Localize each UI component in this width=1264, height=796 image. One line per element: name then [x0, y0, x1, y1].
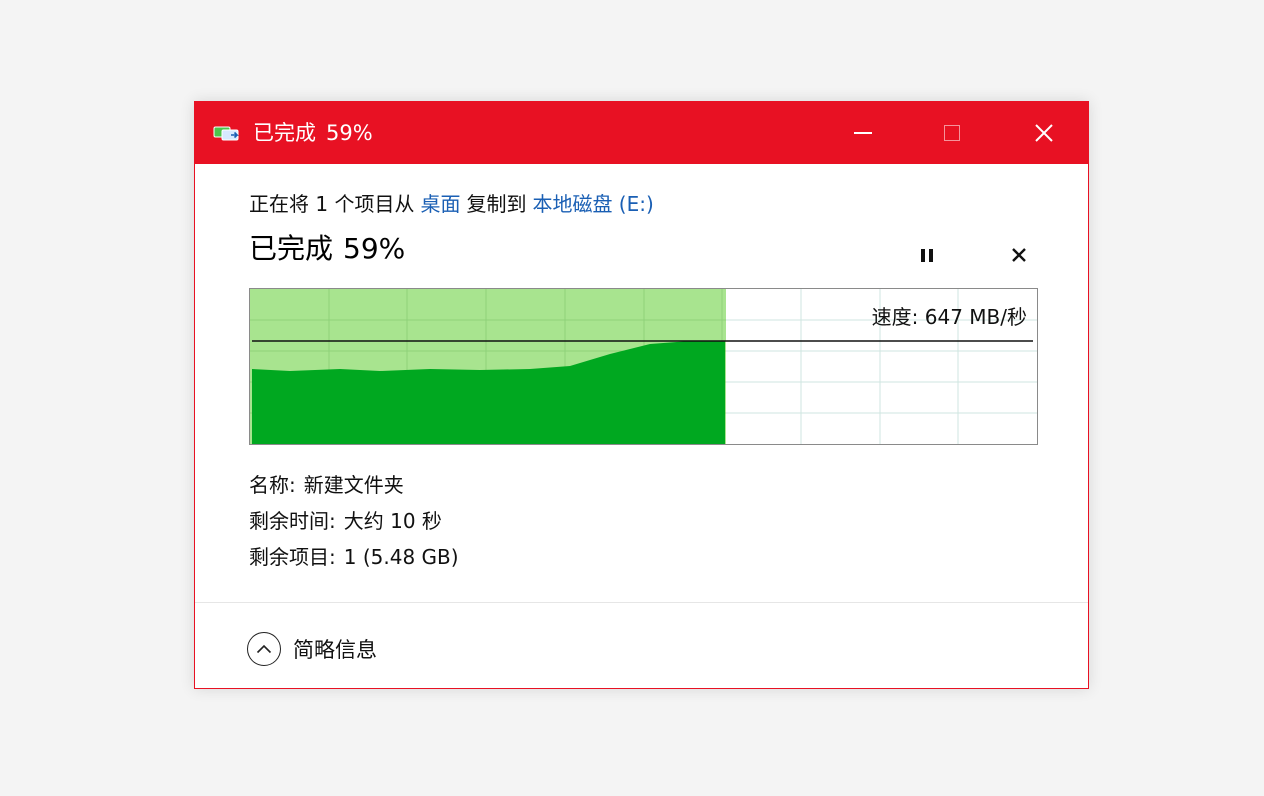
detail-time-remaining: 剩余时间: 大约 10 秒 — [249, 503, 459, 539]
speed-value: 647 MB/秒 — [924, 305, 1027, 329]
collapse-circle — [247, 632, 281, 666]
cancel-icon — [1012, 248, 1026, 262]
pause-button[interactable] — [911, 239, 943, 271]
cancel-button[interactable] — [1003, 239, 1035, 271]
maximize-icon — [944, 125, 960, 141]
footer-divider — [195, 602, 1088, 603]
items-value: 1 (5.48 GB) — [343, 545, 459, 569]
name-value: 新建文件夹 — [303, 473, 404, 497]
copy-text-before: 正在将 1 个项目从 — [249, 192, 415, 216]
detail-name: 名称: 新建文件夹 — [249, 467, 459, 503]
destination-link[interactable]: 本地磁盘 (E:) — [532, 192, 653, 216]
window-title-percent: 59% — [326, 121, 373, 145]
minimize-button[interactable] — [817, 102, 909, 164]
copy-info-line: 正在将 1 个项目从 桌面 复制到 本地磁盘 (E:) — [249, 190, 1088, 218]
copy-description: 正在将 1 个项目从 桌面 复制到 本地磁盘 (E:) — [249, 190, 1088, 218]
window-title-prefix: 已完成 — [253, 121, 316, 145]
progress-status: 已完成 59% — [249, 229, 405, 269]
pause-icon — [921, 248, 925, 262]
details-section: 名称: 新建文件夹 剩余时间: 大约 10 秒 剩余项目: 1 (5.48 GB) — [249, 467, 459, 575]
copy-text-middle: 复制到 — [466, 192, 527, 216]
time-label: 剩余时间: — [249, 509, 336, 533]
status-percent: 59% — [343, 232, 406, 265]
summary-toggle-button[interactable]: 简略信息 — [247, 629, 377, 669]
minimize-icon — [854, 132, 872, 134]
summary-label: 简略信息 — [293, 638, 377, 662]
copy-transfer-icon — [213, 126, 239, 141]
window-title: 已完成 59% — [253, 119, 373, 147]
source-link[interactable]: 桌面 — [420, 192, 460, 216]
status-prefix: 已完成 — [249, 232, 334, 265]
name-label: 名称: — [249, 473, 296, 497]
close-icon — [1035, 124, 1053, 142]
chevron-up-icon — [256, 644, 272, 654]
items-label: 剩余项目: — [249, 545, 336, 569]
detail-items-remaining: 剩余项目: 1 (5.48 GB) — [249, 539, 459, 575]
title-bar[interactable]: 已完成 59% — [195, 102, 1088, 164]
time-value: 大约 10 秒 — [343, 509, 442, 533]
speed-label: 速度: — [871, 305, 919, 329]
speed-graph: 速度: 647 MB/秒 — [249, 288, 1038, 445]
copy-progress-window: 已完成 59% 正在将 1 个项目从 桌面 复制到 本地磁盘 (E:) 已完成 59% — [194, 101, 1089, 689]
close-button[interactable] — [998, 102, 1090, 164]
maximize-button[interactable] — [906, 102, 998, 164]
speed-readout: 速度: 647 MB/秒 — [872, 303, 1027, 331]
